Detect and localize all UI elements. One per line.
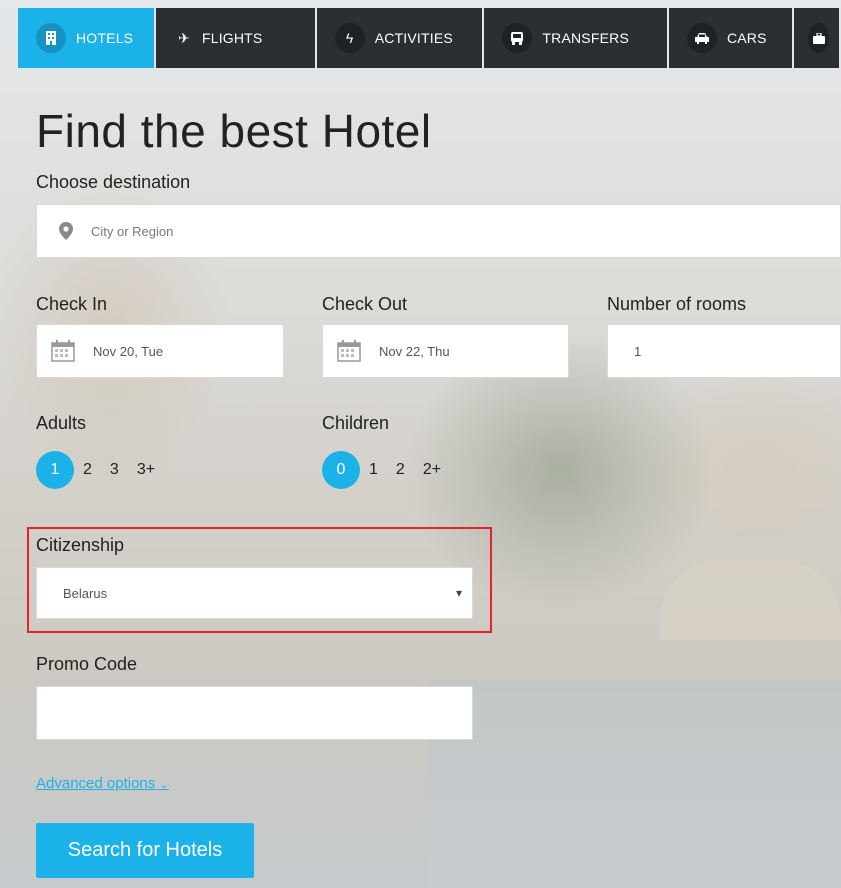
plane-icon: ✈ — [177, 29, 190, 46]
tab-transfers[interactable]: TRANSFERS — [484, 8, 667, 68]
citizenship-select[interactable]: Belarus ▾ — [36, 567, 473, 619]
check-out-field[interactable]: Nov 22, Thu — [322, 324, 569, 378]
adults-option[interactable]: 2 — [74, 451, 101, 489]
search-hotels-button[interactable]: Search for Hotels — [36, 823, 254, 878]
dropdown-arrow-icon: ▾ — [455, 586, 462, 600]
tab-hotels-label: HOTELS — [76, 30, 134, 46]
tab-transfers-label: TRANSFERS — [542, 30, 629, 46]
rooms-select[interactable]: 1 — [607, 324, 841, 378]
tab-activities[interactable]: ϟ ACTIVITIES — [316, 8, 483, 68]
advanced-options-link[interactable]: Advanced options ⌄ — [36, 775, 169, 792]
check-in-field[interactable]: Nov 20, Tue — [36, 324, 284, 378]
check-in-value: Nov 20, Tue — [93, 343, 164, 359]
map-pin-icon — [59, 222, 73, 240]
adults-option[interactable]: 3+ — [128, 451, 164, 489]
tab-cars-label: CARS — [726, 30, 767, 46]
page-title: Find the best Hotel — [36, 105, 432, 157]
chevron-down-icon: ⌄ — [159, 779, 169, 791]
children-option[interactable]: 1 — [360, 451, 387, 489]
tab-more[interactable] — [794, 8, 839, 68]
calendar-icon — [51, 340, 75, 362]
promo-code-label: Promo Code — [36, 654, 138, 674]
destination-input[interactable] — [89, 222, 840, 240]
adults-label: Adults — [36, 413, 87, 433]
citizenship-label: Citizenship — [36, 535, 125, 555]
car-icon — [686, 23, 717, 53]
destination-label: Choose destination — [36, 172, 191, 192]
adults-option[interactable]: 3 — [101, 451, 128, 489]
children-selector: 0 1 2 2+ — [322, 451, 450, 489]
check-out-label: Check Out — [322, 294, 408, 314]
tab-activities-label: ACTIVITIES — [374, 30, 453, 46]
children-label: Children — [322, 413, 390, 433]
children-option[interactable]: 0 — [322, 451, 360, 489]
tab-flights[interactable]: ✈ FLIGHTS — [155, 8, 315, 68]
tab-flights-label: FLIGHTS — [201, 30, 263, 46]
promo-code-field[interactable] — [36, 686, 473, 740]
hotel-icon — [36, 23, 66, 53]
advanced-options-label: Advanced options — [36, 775, 156, 792]
tab-hotels[interactable]: HOTELS — [18, 8, 154, 68]
bus-icon — [502, 23, 533, 53]
product-tabs: HOTELS ✈ FLIGHTS ϟ ACTIVITIES TRANSFERS … — [18, 8, 841, 68]
destination-field[interactable] — [36, 204, 841, 258]
tab-cars[interactable]: CARS — [668, 8, 792, 68]
adults-selector: 1 2 3 3+ — [36, 451, 164, 489]
bolt-icon: ϟ — [334, 23, 365, 53]
rooms-value: 1 — [634, 343, 642, 359]
citizenship-value: Belarus — [63, 585, 108, 601]
rooms-label: Number of rooms — [607, 294, 747, 314]
check-out-value: Nov 22, Thu — [379, 343, 450, 359]
children-option[interactable]: 2 — [387, 451, 414, 489]
calendar-icon — [337, 340, 361, 362]
promo-code-input[interactable] — [51, 704, 458, 722]
briefcase-icon — [808, 23, 829, 53]
check-in-label: Check In — [36, 294, 108, 314]
children-option[interactable]: 2+ — [414, 451, 450, 489]
adults-option[interactable]: 1 — [36, 451, 74, 489]
